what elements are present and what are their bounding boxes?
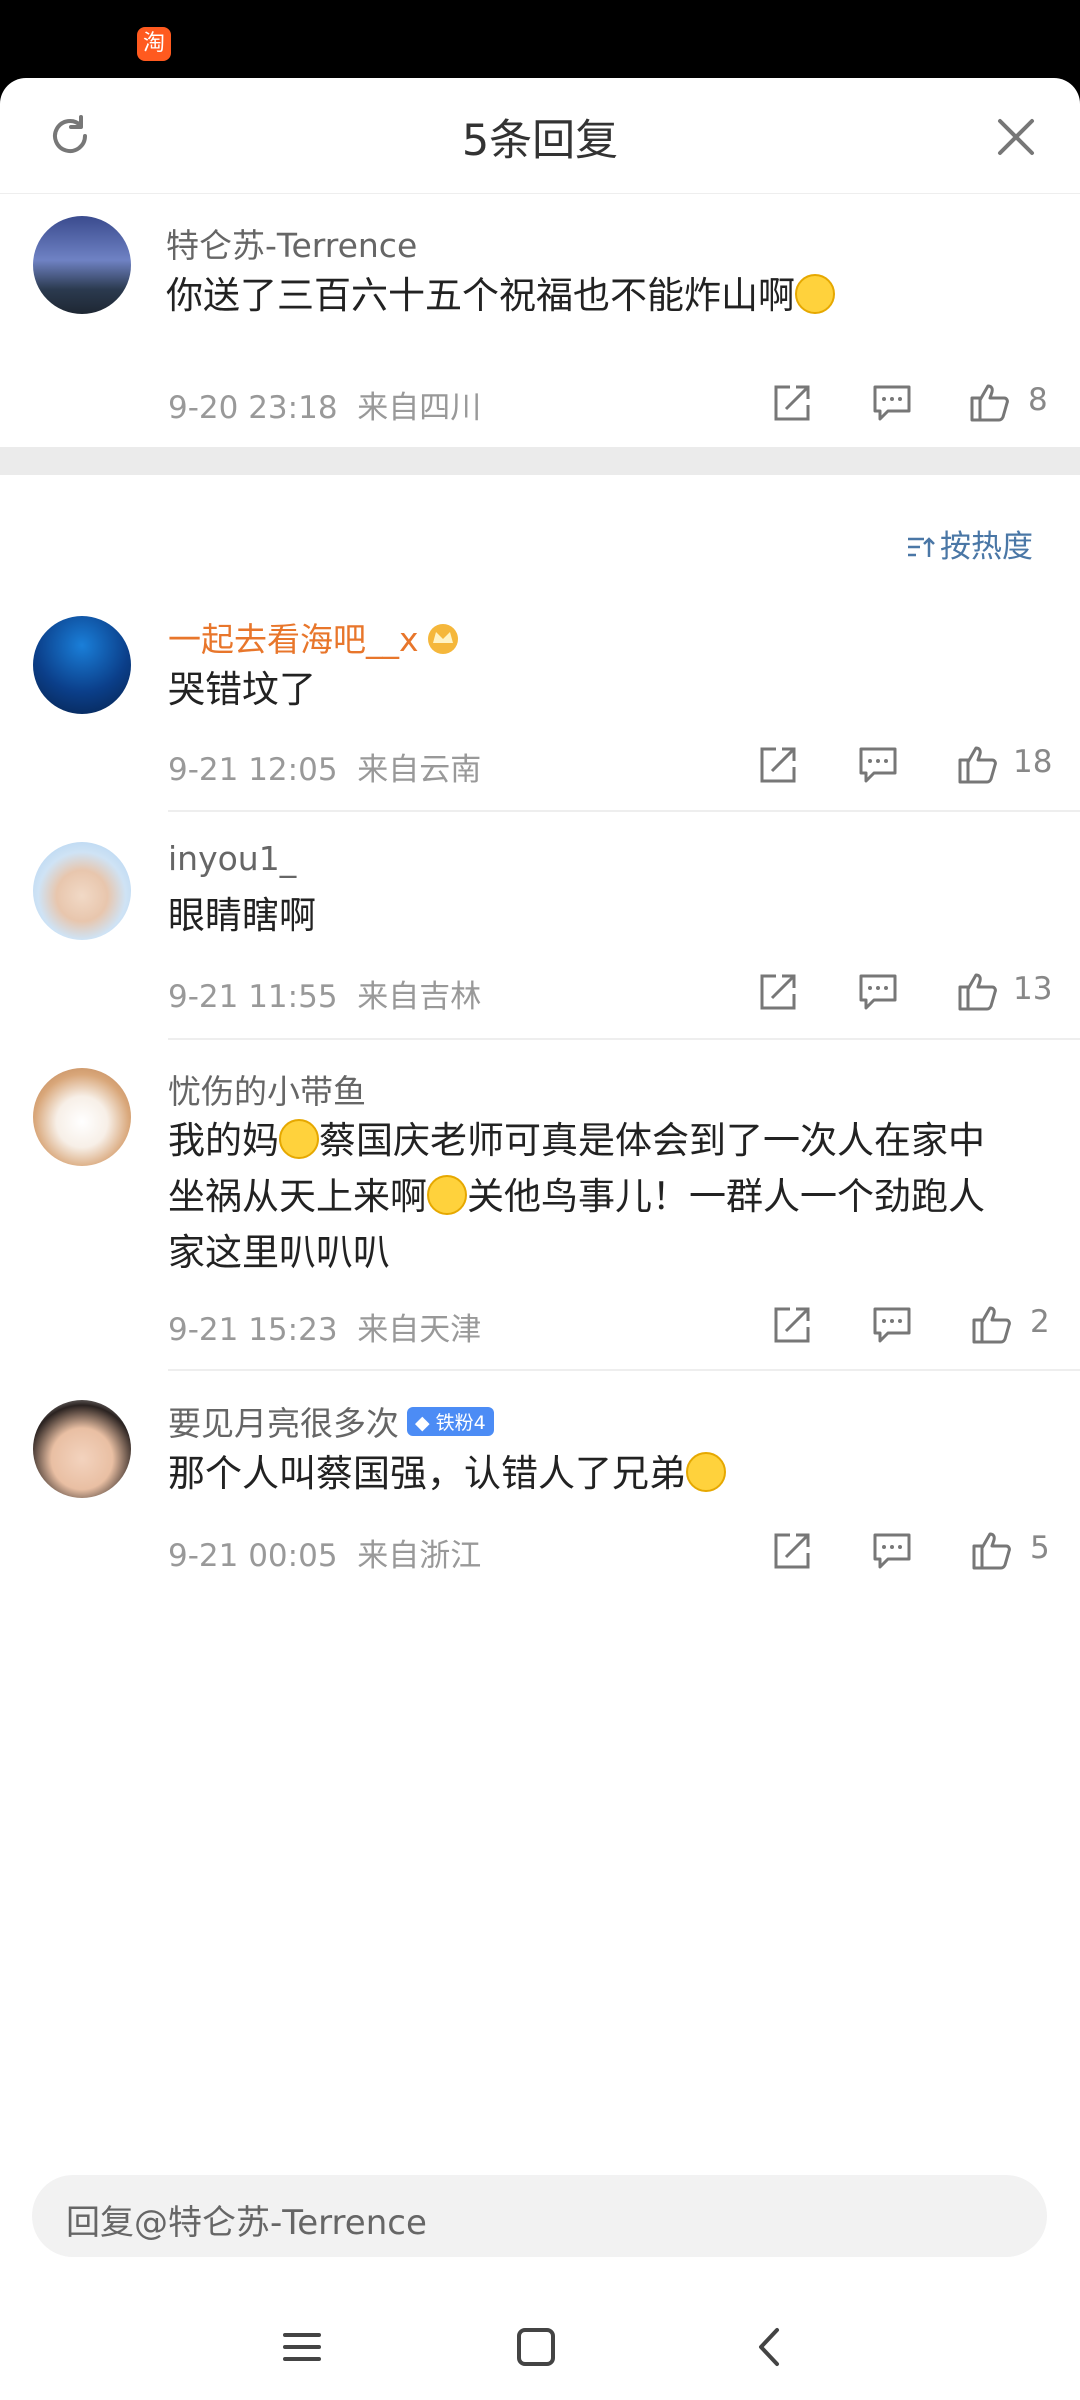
fan-level-badge: ◆ 铁粉4 [407,1407,494,1436]
replies-sheet: 5条回复 特仑苏-Terrence 你送了三百六十五个祝福也不能炸山啊 9-20… [0,78,1080,2400]
comment-icon[interactable] [870,1303,914,1347]
section-divider [0,447,1080,475]
like-count: 13 [1013,971,1053,1007]
status-bar: 淘 [0,0,1080,78]
reply-input[interactable]: 回复@特仑苏-Terrence [32,2175,1047,2257]
like-count: 8 [1028,382,1048,418]
comment-location: 来自四川 [357,390,482,426]
comment-icon[interactable] [870,381,914,425]
share-icon[interactable] [756,743,800,787]
share-icon[interactable] [770,381,814,425]
like-icon[interactable] [968,380,1012,424]
home-icon[interactable] [511,2322,561,2372]
reply-time: 9-21 00:05 [168,1538,338,1574]
reply-time: 9-21 15:23 [168,1312,338,1348]
reply-text-line: 我的妈 蔡国庆老师可真是体会到了一次人在家中 [168,1119,985,1162]
taobao-notification-icon: 淘 [137,27,171,61]
comment-icon[interactable] [870,1529,914,1573]
reply-username[interactable]: 一起去看海吧__x [168,613,461,661]
menu-icon[interactable] [277,2322,327,2372]
reply-text-line: 家这里叭叭叭 [168,1231,390,1274]
reply-time: 9-21 11:55 [168,979,338,1015]
reply-time: 9-21 12:05 [168,752,338,788]
sheet-title: 5条回复 [461,116,619,166]
sort-by-hot-button[interactable]: 按热度 [906,521,1033,566]
like-icon[interactable] [956,969,1000,1013]
reply-text: 眼睛瞎啊 [168,894,316,937]
sort-label: 按热度 [940,529,1033,565]
vip-crown-icon [427,624,458,654]
divider [168,810,1080,812]
reply-location: 来自云南 [357,752,482,788]
comment-icon[interactable] [856,970,900,1014]
like-count: 2 [1030,1304,1050,1340]
share-icon[interactable] [756,970,800,1014]
share-icon[interactable] [770,1303,814,1347]
comment-username[interactable]: 特仑苏-Terrence [166,219,417,267]
reply-meta: 9-21 00:05 来自浙江 [168,1530,481,1575]
avatar[interactable] [33,1068,131,1166]
avatar[interactable] [33,616,131,714]
like-icon[interactable] [970,1528,1014,1572]
like-icon[interactable] [956,742,1000,786]
comment-time: 9-20 23:18 [168,390,338,426]
reply-meta: 9-21 12:05 来自云南 [168,744,481,789]
reply-username[interactable]: inyou1_ [168,839,296,878]
avatar[interactable] [33,842,131,940]
avatar[interactable] [33,216,131,314]
like-count: 5 [1030,1530,1050,1566]
like-icon[interactable] [970,1302,1014,1346]
reply-location: 来自浙江 [357,1538,482,1574]
reply-username[interactable]: 忧伤的小带鱼 [168,1065,366,1113]
reply-text-line: 坐祸从天上来啊 关他鸟事儿！一群人一个劲跑人 [168,1175,985,1218]
reply-placeholder: 回复@特仑苏-Terrence [66,2203,427,2243]
reply-meta: 9-21 11:55 来自吉林 [168,971,481,1016]
comment-text: 你送了三百六十五个祝福也不能炸山啊 [166,268,835,324]
divider [168,1038,1080,1040]
smile-emoji-icon [686,1452,726,1492]
reply-location: 来自吉林 [357,979,482,1015]
sort-icon [908,537,935,557]
angry-emoji-icon [427,1175,467,1215]
reply-location: 来自天津 [357,1312,482,1348]
back-icon[interactable] [745,2322,795,2372]
system-nav-bar [0,2290,1080,2400]
laugh-cry-emoji-icon [795,274,835,314]
avatar[interactable] [33,1400,131,1498]
comment-icon[interactable] [856,743,900,787]
sheet-header: 5条回复 [0,78,1080,194]
smirk-emoji-icon [279,1119,319,1159]
reply-meta: 9-21 15:23 来自天津 [168,1304,481,1349]
reply-username[interactable]: 要见月亮很多次 ◆ 铁粉4 [168,1397,494,1445]
share-icon[interactable] [770,1529,814,1573]
like-count: 18 [1013,744,1053,780]
close-icon[interactable] [993,114,1039,160]
reply-text: 哭错坟了 [168,668,316,711]
divider [168,1369,1080,1371]
comment-meta: 9-20 23:18 来自四川 [168,382,481,427]
reply-text: 那个人叫蔡国强，认错人了兄弟 [168,1446,726,1502]
